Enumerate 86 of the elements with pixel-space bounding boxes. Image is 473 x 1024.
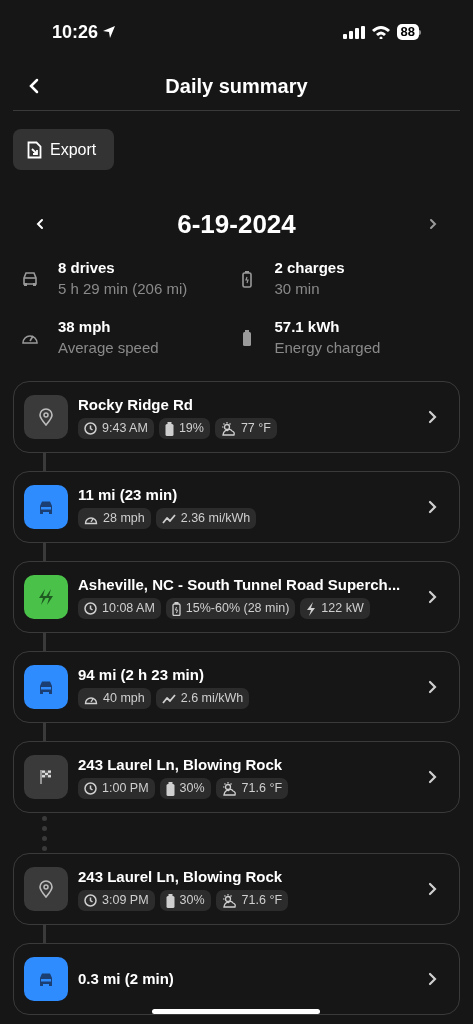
stat-caption: Energy charged xyxy=(274,338,381,358)
chip-text: 30% xyxy=(179,780,205,798)
dotted-connector xyxy=(42,815,47,851)
car-icon xyxy=(37,679,55,695)
battery-icon xyxy=(164,421,174,436)
connector-line xyxy=(43,543,46,561)
cloud-sun-icon xyxy=(221,781,237,796)
timeline-card[interactable]: 243 Laurel Ln, Blowing Rock 1:00 PM 30% 71.6 °F xyxy=(13,741,460,813)
chip-text: 1:00 PM xyxy=(102,780,149,798)
cloud-sun-icon xyxy=(221,893,237,908)
stat-value: 8 drives xyxy=(58,258,116,278)
connector-line xyxy=(43,723,46,741)
event-title: 94 mi (2 h 23 min) xyxy=(78,665,205,685)
previous-icon[interactable] xyxy=(35,217,45,231)
stat-caption: 5 h 29 min (206 mi) xyxy=(58,279,188,299)
chevron-right-icon xyxy=(428,500,437,514)
event-title: 11 mi (23 min) xyxy=(78,485,179,505)
chip-text: 71.6 °F xyxy=(241,780,283,798)
chevron-right-icon xyxy=(428,770,437,784)
clock-icon xyxy=(84,894,97,907)
timeline-card[interactable]: Rocky Ridge Rd 9:43 AM 19% 77 °F xyxy=(13,381,460,453)
connector-line xyxy=(43,453,46,471)
lightning-icon xyxy=(37,588,55,606)
connector-line xyxy=(43,925,46,943)
chevron-right-icon xyxy=(428,972,437,986)
location-arrow-icon xyxy=(102,25,117,39)
battery-icon xyxy=(241,329,252,347)
car-icon xyxy=(21,271,39,287)
trend-line-icon xyxy=(161,513,176,524)
battery-icon xyxy=(241,270,252,288)
chip-text: 9:43 AM xyxy=(102,420,148,438)
chip-text: 30% xyxy=(179,892,205,910)
event-title: Asheville, NC - South Tunnel Road Superch... xyxy=(78,575,402,595)
stat-value: 38 mph xyxy=(58,317,112,337)
event-title: 0.3 mi (2 min) xyxy=(78,969,175,989)
chip-text: 10:08 AM xyxy=(102,600,155,618)
stat-caption: 30 min xyxy=(274,279,321,299)
chip-text: 19% xyxy=(178,420,204,438)
chip-text: 122 kW xyxy=(321,600,364,618)
battery-icon xyxy=(165,781,175,796)
connector-line xyxy=(43,633,46,651)
battery-icon xyxy=(165,893,175,908)
car-icon xyxy=(37,971,55,987)
chevron-right-icon xyxy=(428,410,437,424)
export-button[interactable]: Export xyxy=(13,129,114,170)
battery-icon xyxy=(171,601,181,616)
chevron-right-icon xyxy=(428,680,437,694)
stat-caption: Average speed xyxy=(58,338,159,358)
next-icon[interactable] xyxy=(428,217,438,231)
cloud-sun-icon xyxy=(220,421,236,436)
clock-icon xyxy=(84,602,97,615)
timeline-card[interactable]: 11 mi (23 min) 28 mph 2.36 mi/kWh xyxy=(13,471,460,543)
chevron-right-icon xyxy=(428,882,437,896)
checkered-flag-icon xyxy=(39,769,53,785)
chip-text: 2.36 mi/kWh xyxy=(180,510,251,528)
event-title: Rocky Ridge Rd xyxy=(78,395,195,415)
clock-icon xyxy=(84,782,97,795)
trend-line-icon xyxy=(161,693,176,704)
chevron-right-icon xyxy=(428,590,437,604)
timeline-card[interactable]: 94 mi (2 h 23 min) 40 mph 2.6 mi/kWh xyxy=(13,651,460,723)
stat-value: 2 charges xyxy=(274,258,345,278)
chip-text: 77 °F xyxy=(240,420,271,438)
timeline-card[interactable]: 243 Laurel Ln, Blowing Rock 3:09 PM 30% 71.6 °F xyxy=(13,853,460,925)
chip-text: 28 mph xyxy=(103,510,145,528)
chip-text: 71.6 °F xyxy=(241,892,283,910)
chip-text: 15%-60% (28 min) xyxy=(185,600,290,618)
back-icon[interactable] xyxy=(28,78,40,94)
signal-icon xyxy=(342,25,365,39)
clock-time: 10:26 xyxy=(52,20,99,44)
pin-icon xyxy=(39,408,53,426)
clock-icon xyxy=(84,422,97,435)
pin-icon xyxy=(39,880,53,898)
timeline-card[interactable]: Asheville, NC - South Tunnel Road Superch... 10:08 AM 15%-60% (28 min) 122 kW xyxy=(13,561,460,633)
event-title: 243 Laurel Ln, Blowing Rock xyxy=(78,755,284,775)
chip-text: 40 mph xyxy=(103,690,145,708)
chip-text: 2.6 mi/kWh xyxy=(180,690,244,708)
export-file-icon xyxy=(27,140,42,159)
page-title: Daily summary xyxy=(165,74,308,99)
event-title: 243 Laurel Ln, Blowing Rock xyxy=(78,867,284,887)
wifi-icon xyxy=(370,25,391,39)
stat-value: 57.1 kWh xyxy=(274,317,341,337)
battery-level: 88 xyxy=(396,24,419,40)
date-label: 6-19-2024 xyxy=(177,207,296,241)
car-icon xyxy=(37,499,55,515)
chip-text: 3:09 PM xyxy=(102,892,149,910)
lightning-icon xyxy=(306,601,317,616)
